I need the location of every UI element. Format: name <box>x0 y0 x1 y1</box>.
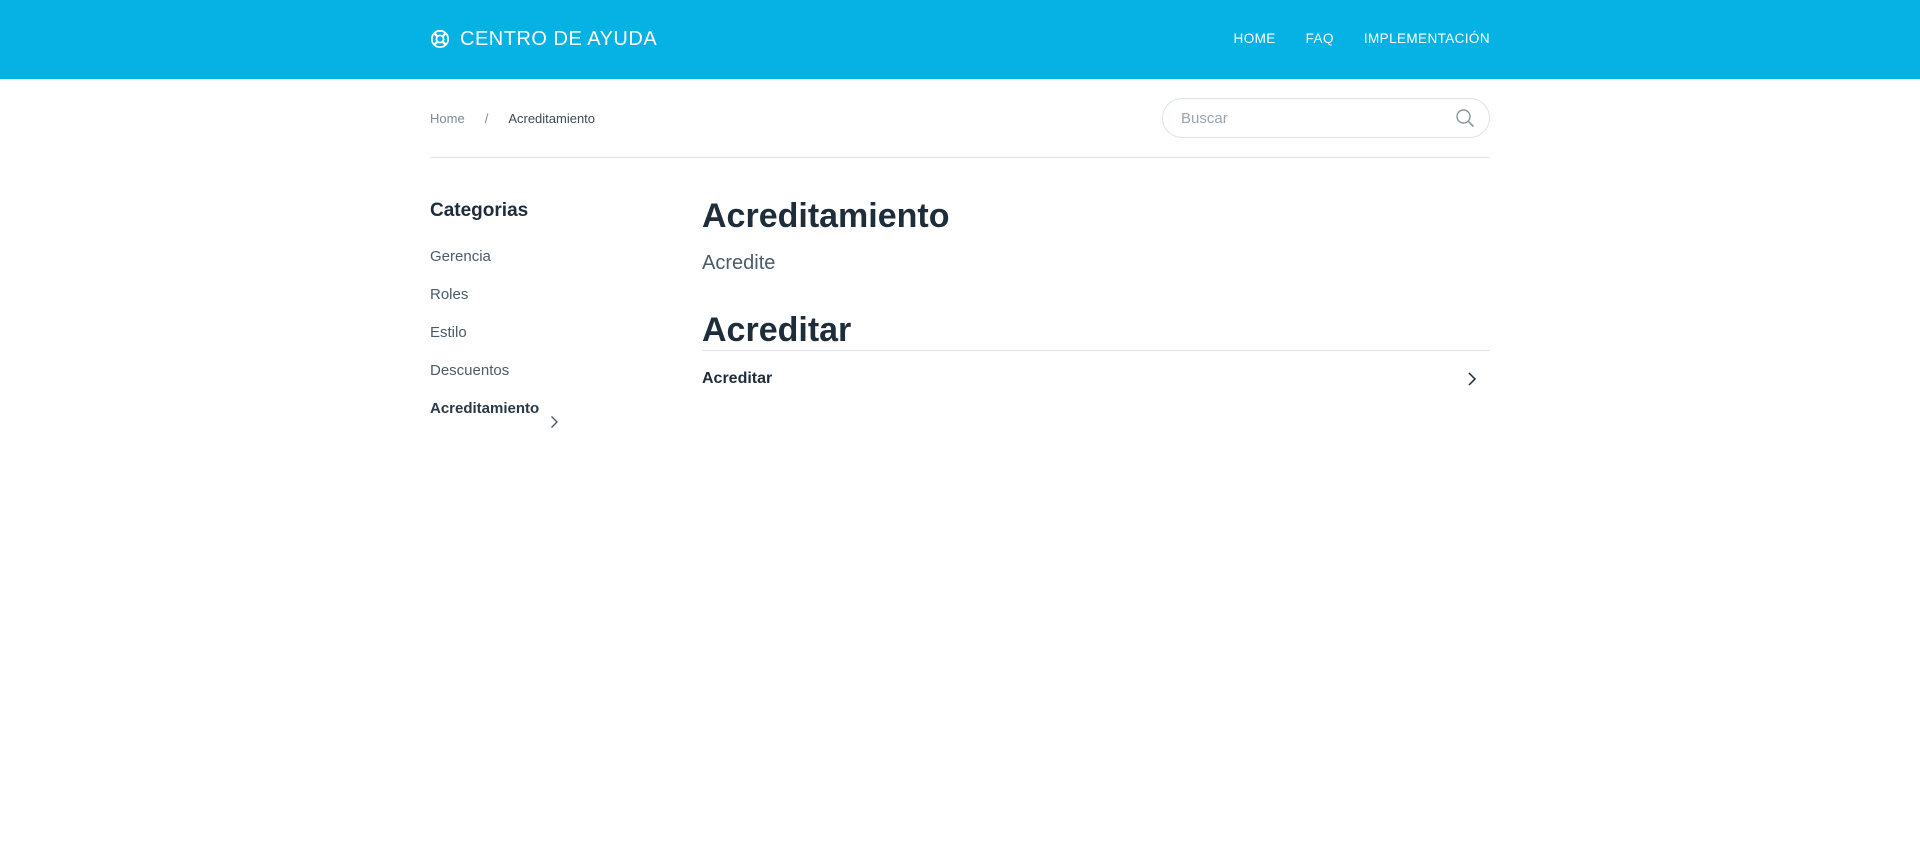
top-bar: CENTRO DE AYUDA HOME FAQ IMPLEMENTACIÓN <box>0 0 1920 79</box>
brand-link[interactable]: CENTRO DE AYUDA <box>430 26 657 52</box>
search-icon[interactable] <box>1455 108 1475 128</box>
nav-faq[interactable]: FAQ <box>1306 31 1334 47</box>
page-description: Acredite <box>702 252 776 274</box>
article-link-acreditar[interactable]: Acreditar <box>702 351 1490 407</box>
breadcrumb-home[interactable]: Home <box>430 111 465 126</box>
sidebar-item-acreditamiento[interactable]: Acreditamiento <box>430 386 650 432</box>
chevron-right-icon <box>547 402 561 428</box>
top-nav: HOME FAQ IMPLEMENTACIÓN <box>1204 31 1490 47</box>
sidebar-item-label: Acreditamiento <box>430 400 540 417</box>
page-title: Acreditamiento <box>702 197 950 235</box>
brand-title: CENTRO DE AYUDA <box>460 28 658 50</box>
lifebuoy-icon <box>430 29 450 49</box>
article-link-label: Acreditar <box>702 370 773 387</box>
sidebar: Categorias Gerencia Roles Estilo Descuen… <box>430 198 650 432</box>
breadcrumb-separator: / <box>484 111 489 126</box>
main-content: Acreditamiento Acredite Acreditar Acredi… <box>702 196 1490 407</box>
nav-home[interactable]: HOME <box>1234 31 1276 47</box>
sub-header: Home / Acreditamiento <box>430 98 1490 158</box>
search-input[interactable] <box>1179 108 1455 128</box>
chevron-right-icon <box>1464 371 1480 387</box>
breadcrumb: Home / Acreditamiento <box>430 111 595 126</box>
breadcrumb-current: Acreditamiento <box>508 111 596 126</box>
sidebar-title: Categorias <box>430 200 529 221</box>
search-box <box>1162 98 1490 138</box>
section-title: Acreditar <box>702 310 1490 351</box>
nav-implementacion[interactable]: IMPLEMENTACIÓN <box>1364 31 1490 47</box>
